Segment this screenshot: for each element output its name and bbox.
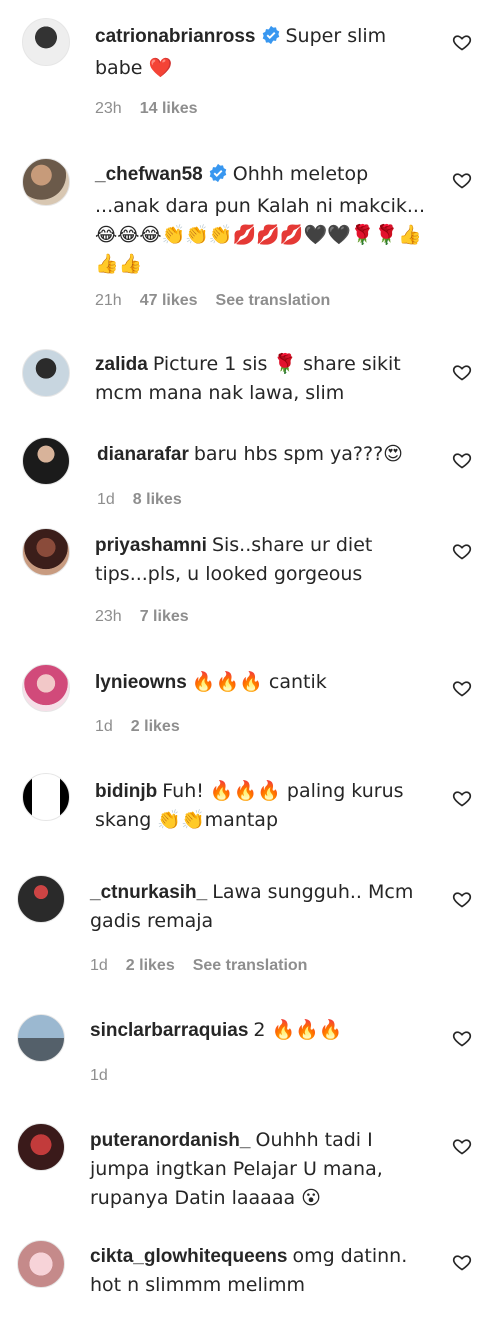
username[interactable]: priyashamni xyxy=(95,535,207,556)
heart-outline-icon[interactable] xyxy=(452,170,472,190)
username[interactable]: puteranordanish_ xyxy=(90,1130,250,1151)
likes-count[interactable]: 2 likes xyxy=(126,957,175,974)
likes-count[interactable]: 8 likes xyxy=(133,491,182,508)
comment-body: bidinjb Fuh! 🔥🔥🔥 paling kurus skang 👏👏man… xyxy=(95,777,438,835)
comment-time: 1d xyxy=(97,491,115,508)
avatar[interactable] xyxy=(22,528,70,576)
avatar[interactable] xyxy=(22,349,70,397)
comment-time: 1d xyxy=(90,1067,108,1084)
heart-outline-icon[interactable] xyxy=(452,541,472,561)
comment-body: sinclarbarraquias 2 🔥🔥🔥 xyxy=(90,1016,438,1045)
comment-body: priyashamni Sis..share ur diet tips...pls… xyxy=(95,531,438,589)
comment-time: 1d xyxy=(95,718,113,735)
avatar[interactable] xyxy=(22,664,70,712)
username[interactable]: dianarafar xyxy=(97,444,189,465)
comment-meta: 21h 47 likes See translation xyxy=(95,292,348,310)
see-translation-link[interactable]: See translation xyxy=(216,292,331,309)
comment-meta: 1d 2 likes xyxy=(95,718,198,736)
heart-outline-icon[interactable] xyxy=(452,32,472,52)
username[interactable]: catrionabrianross xyxy=(95,26,256,47)
avatar[interactable] xyxy=(17,1240,65,1288)
comment-meta: 23h 14 likes xyxy=(95,100,216,118)
heart-outline-icon[interactable] xyxy=(452,450,472,470)
heart-outline-icon[interactable] xyxy=(452,678,472,698)
heart-outline-icon[interactable] xyxy=(452,1252,472,1272)
comment-meta: 1d xyxy=(90,1067,126,1085)
see-translation-link[interactable]: See translation xyxy=(193,957,308,974)
avatar[interactable] xyxy=(22,18,70,66)
likes-count[interactable]: 2 likes xyxy=(131,718,180,735)
comment-text: 2 🔥🔥🔥 xyxy=(253,1019,343,1041)
comment-body: cikta_glowhitequeens omg datinn. hot n sl… xyxy=(90,1242,438,1300)
comment-body: catrionabrianross Super slim babe ❤️ xyxy=(95,22,438,83)
heart-outline-icon[interactable] xyxy=(452,362,472,382)
comment-meta: 1d 2 likes See translation xyxy=(90,957,325,975)
avatar[interactable] xyxy=(17,875,65,923)
avatar[interactable] xyxy=(22,437,70,485)
comment-time: 23h xyxy=(95,100,122,117)
username[interactable]: zalida xyxy=(95,354,148,375)
likes-count[interactable]: 7 likes xyxy=(140,608,189,625)
comment-time: 23h xyxy=(95,608,122,625)
username[interactable]: cikta_glowhitequeens xyxy=(90,1246,287,1267)
likes-count[interactable]: 47 likes xyxy=(140,292,198,309)
heart-outline-icon[interactable] xyxy=(452,1136,472,1156)
username[interactable]: bidinjb xyxy=(95,781,157,802)
avatar[interactable] xyxy=(17,1123,65,1171)
heart-outline-icon[interactable] xyxy=(452,1028,472,1048)
comment-text: 🔥🔥🔥 cantik xyxy=(191,671,327,693)
comment-time: 21h xyxy=(95,292,122,309)
avatar[interactable] xyxy=(22,158,70,206)
comment-time: 1d xyxy=(90,957,108,974)
heart-outline-icon[interactable] xyxy=(452,788,472,808)
comment-body: lynieowns 🔥🔥🔥 cantik xyxy=(95,668,438,697)
likes-count[interactable]: 14 likes xyxy=(140,100,198,117)
heart-outline-icon[interactable] xyxy=(452,889,472,909)
comment-body: _chefwan58 Ohhh meletop ...anak dara pun … xyxy=(95,160,438,279)
comment-text: baru hbs spm ya???😍 xyxy=(193,443,403,465)
comment-body: puteranordanish_ Ouhhh tadi I jumpa ingtk… xyxy=(90,1126,438,1213)
comment-body: _ctnurkasih_ Lawa sungguh.. Mcm gadis rem… xyxy=(90,878,438,936)
comment-body: dianarafar baru hbs spm ya???😍 xyxy=(97,440,438,469)
verified-badge-icon xyxy=(208,163,228,192)
avatar[interactable] xyxy=(17,1014,65,1062)
username[interactable]: _chefwan58 xyxy=(95,164,203,185)
verified-badge-icon xyxy=(261,25,281,54)
username[interactable]: sinclarbarraquias xyxy=(90,1020,248,1041)
comment-body: zalida Picture 1 sis 🌹 share sikit mcm ma… xyxy=(95,350,438,408)
comment-meta: 1d 8 likes xyxy=(97,491,200,509)
avatar[interactable] xyxy=(22,773,70,821)
comment-meta: 23h 7 likes xyxy=(95,608,207,626)
username[interactable]: lynieowns xyxy=(95,672,187,693)
username[interactable]: _ctnurkasih_ xyxy=(90,882,207,903)
